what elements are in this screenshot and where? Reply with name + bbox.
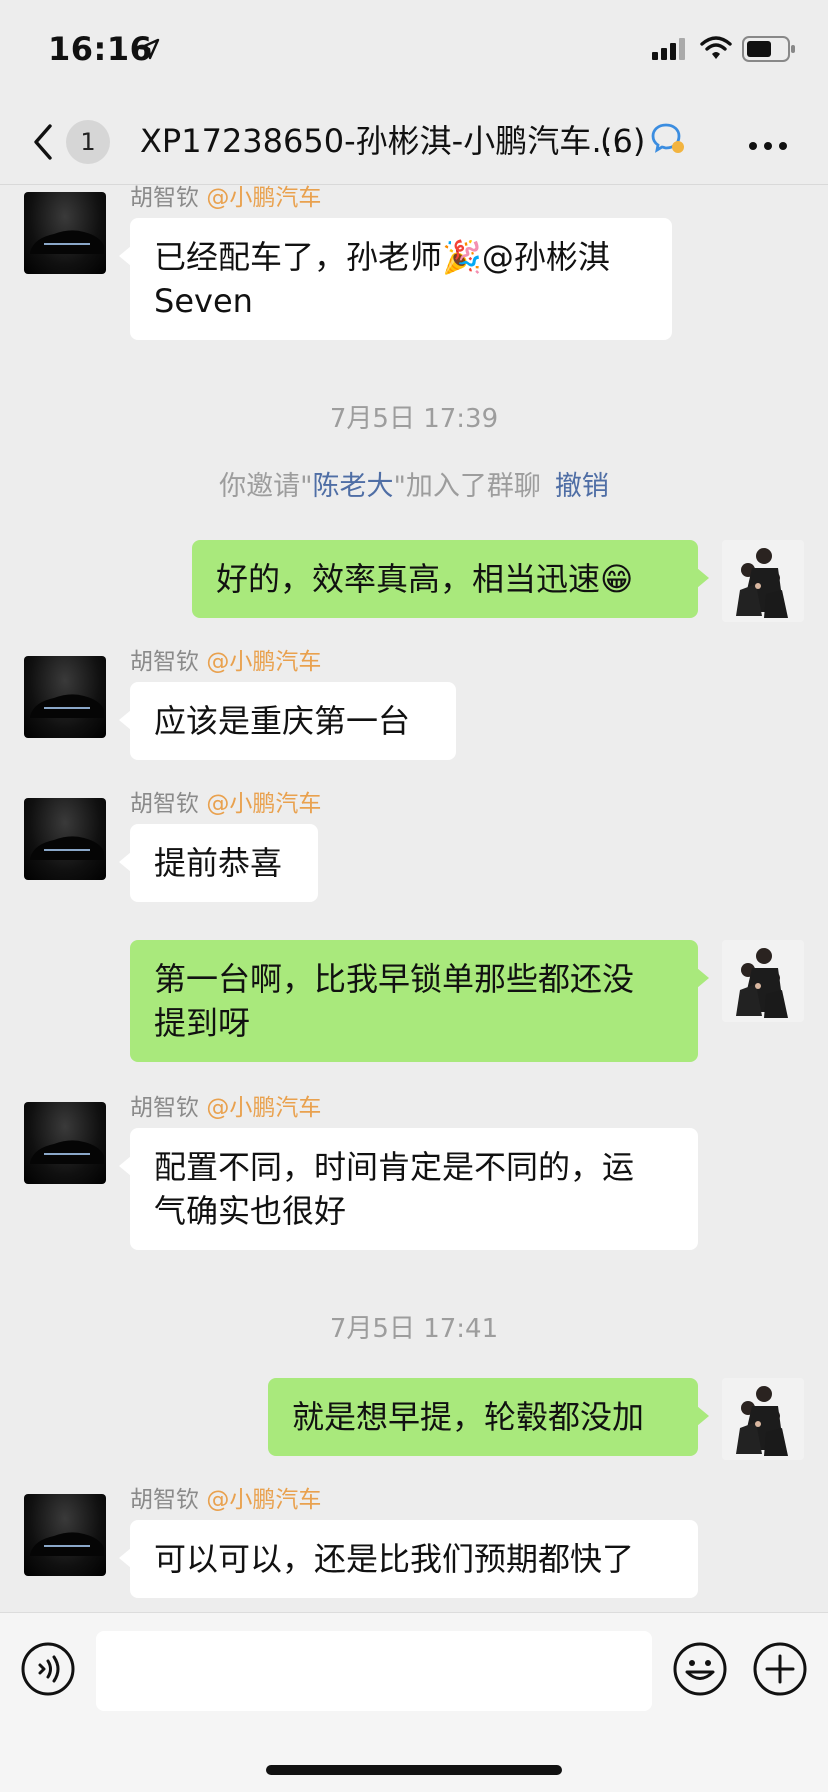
sender-avatar[interactable]: [24, 798, 106, 880]
status-bar: 16:16: [0, 0, 828, 100]
chat-title: XP17238650-孙彬淇-小鹏汽车交付群: [140, 122, 630, 160]
system-message-prefix: 你邀请": [219, 471, 313, 502]
message-bubble[interactable]: 配置不同，时间肯定是不同的，运 气确实也很好: [119, 1128, 698, 1250]
system-message-suffix: "加入了群聊: [393, 471, 541, 502]
sender-mention: @小鹏汽车: [206, 1487, 322, 1513]
system-message: 你邀请"陈老大"加入了群聊 撤销: [0, 464, 828, 503]
sender-avatar[interactable]: [24, 192, 106, 274]
message-bubble[interactable]: 提前恭喜: [119, 824, 318, 902]
more-options-icon[interactable]: [748, 136, 788, 155]
sender-mention: @小鹏汽车: [206, 649, 322, 675]
message-text-line: 气确实也很好: [154, 1192, 347, 1230]
battery-icon: [742, 36, 796, 66]
message-timestamp: 7月5日 17:41: [329, 1314, 499, 1344]
invited-member-name[interactable]: 陈老大: [313, 471, 394, 502]
unread-count-badge[interactable]: 1: [66, 120, 110, 164]
message-bubble[interactable]: 可以可以，还是比我们预期都快了: [119, 1520, 698, 1598]
message-bubble[interactable]: 应该是重庆第一台: [119, 682, 456, 760]
message-text-line: 第一台啊，比我早锁单那些都还没: [154, 960, 635, 998]
more-features-plus-icon[interactable]: [752, 1641, 808, 1701]
sender-name: 胡智钦 @小鹏汽车: [130, 184, 321, 212]
my-avatar[interactable]: [722, 940, 804, 1022]
sender-name: 胡智钦 @小鹏汽车: [130, 1486, 321, 1514]
sender-name-text: 胡智钦: [130, 185, 199, 211]
member-count: (6): [600, 122, 646, 160]
sender-mention: @小鹏汽车: [206, 791, 322, 817]
sender-name-text: 胡智钦: [130, 649, 199, 675]
undo-invite-link[interactable]: 撤销: [555, 471, 609, 502]
message-timestamp: 7月5日 17:39: [329, 404, 499, 434]
voice-input-icon[interactable]: [20, 1641, 76, 1701]
sender-mention: @小鹏汽车: [206, 185, 322, 211]
my-avatar[interactable]: [722, 540, 804, 622]
message-text-input[interactable]: [96, 1631, 652, 1711]
sender-name-text: 胡智钦: [130, 791, 199, 817]
wifi-icon: [700, 35, 732, 65]
message-text-line: 已经配车了，孙老师🎉@孙彬淇: [154, 238, 610, 276]
message-text-line: 配置不同，时间肯定是不同的，运: [154, 1148, 635, 1186]
message-text-line: 提到呀: [154, 1004, 251, 1042]
message-bubble[interactable]: 第一台啊，比我早锁单那些都还没 提到呀: [130, 940, 709, 1062]
message-text-line: Seven: [154, 282, 253, 320]
sender-avatar[interactable]: [24, 656, 106, 738]
message-bubble[interactable]: 就是想早提，轮毂都没加: [268, 1378, 709, 1456]
emoji-icon[interactable]: [672, 1641, 728, 1701]
home-indicator[interactable]: [266, 1765, 562, 1775]
sender-name-text: 胡智钦: [130, 1487, 199, 1513]
sender-name: 胡智钦 @小鹏汽车: [130, 790, 321, 818]
cellular-signal-icon: [652, 38, 686, 64]
sender-name-text: 胡智钦: [130, 1095, 199, 1121]
status-time: 16:16: [48, 30, 153, 68]
sender-avatar[interactable]: [24, 1102, 106, 1184]
message-bubble[interactable]: 已经配车了，孙老师🎉@孙彬淇 Seven: [119, 218, 672, 340]
location-arrow-icon: [138, 38, 160, 64]
sender-avatar[interactable]: [24, 1494, 106, 1576]
sender-mention: @小鹏汽车: [206, 1095, 322, 1121]
sender-name: 胡智钦 @小鹏汽车: [130, 1094, 321, 1122]
message-input-bar: [0, 1612, 828, 1792]
message-bubble[interactable]: 好的，效率真高，相当迅速😁: [192, 540, 709, 618]
sender-name: 胡智钦 @小鹏汽车: [130, 648, 321, 676]
back-chevron-icon[interactable]: [30, 122, 56, 166]
group-chat-bubble-icon: [650, 122, 686, 160]
chat-header: 1 XP17238650-孙彬淇-小鹏汽车交付群 (6): [0, 100, 828, 185]
my-avatar[interactable]: [722, 1378, 804, 1460]
